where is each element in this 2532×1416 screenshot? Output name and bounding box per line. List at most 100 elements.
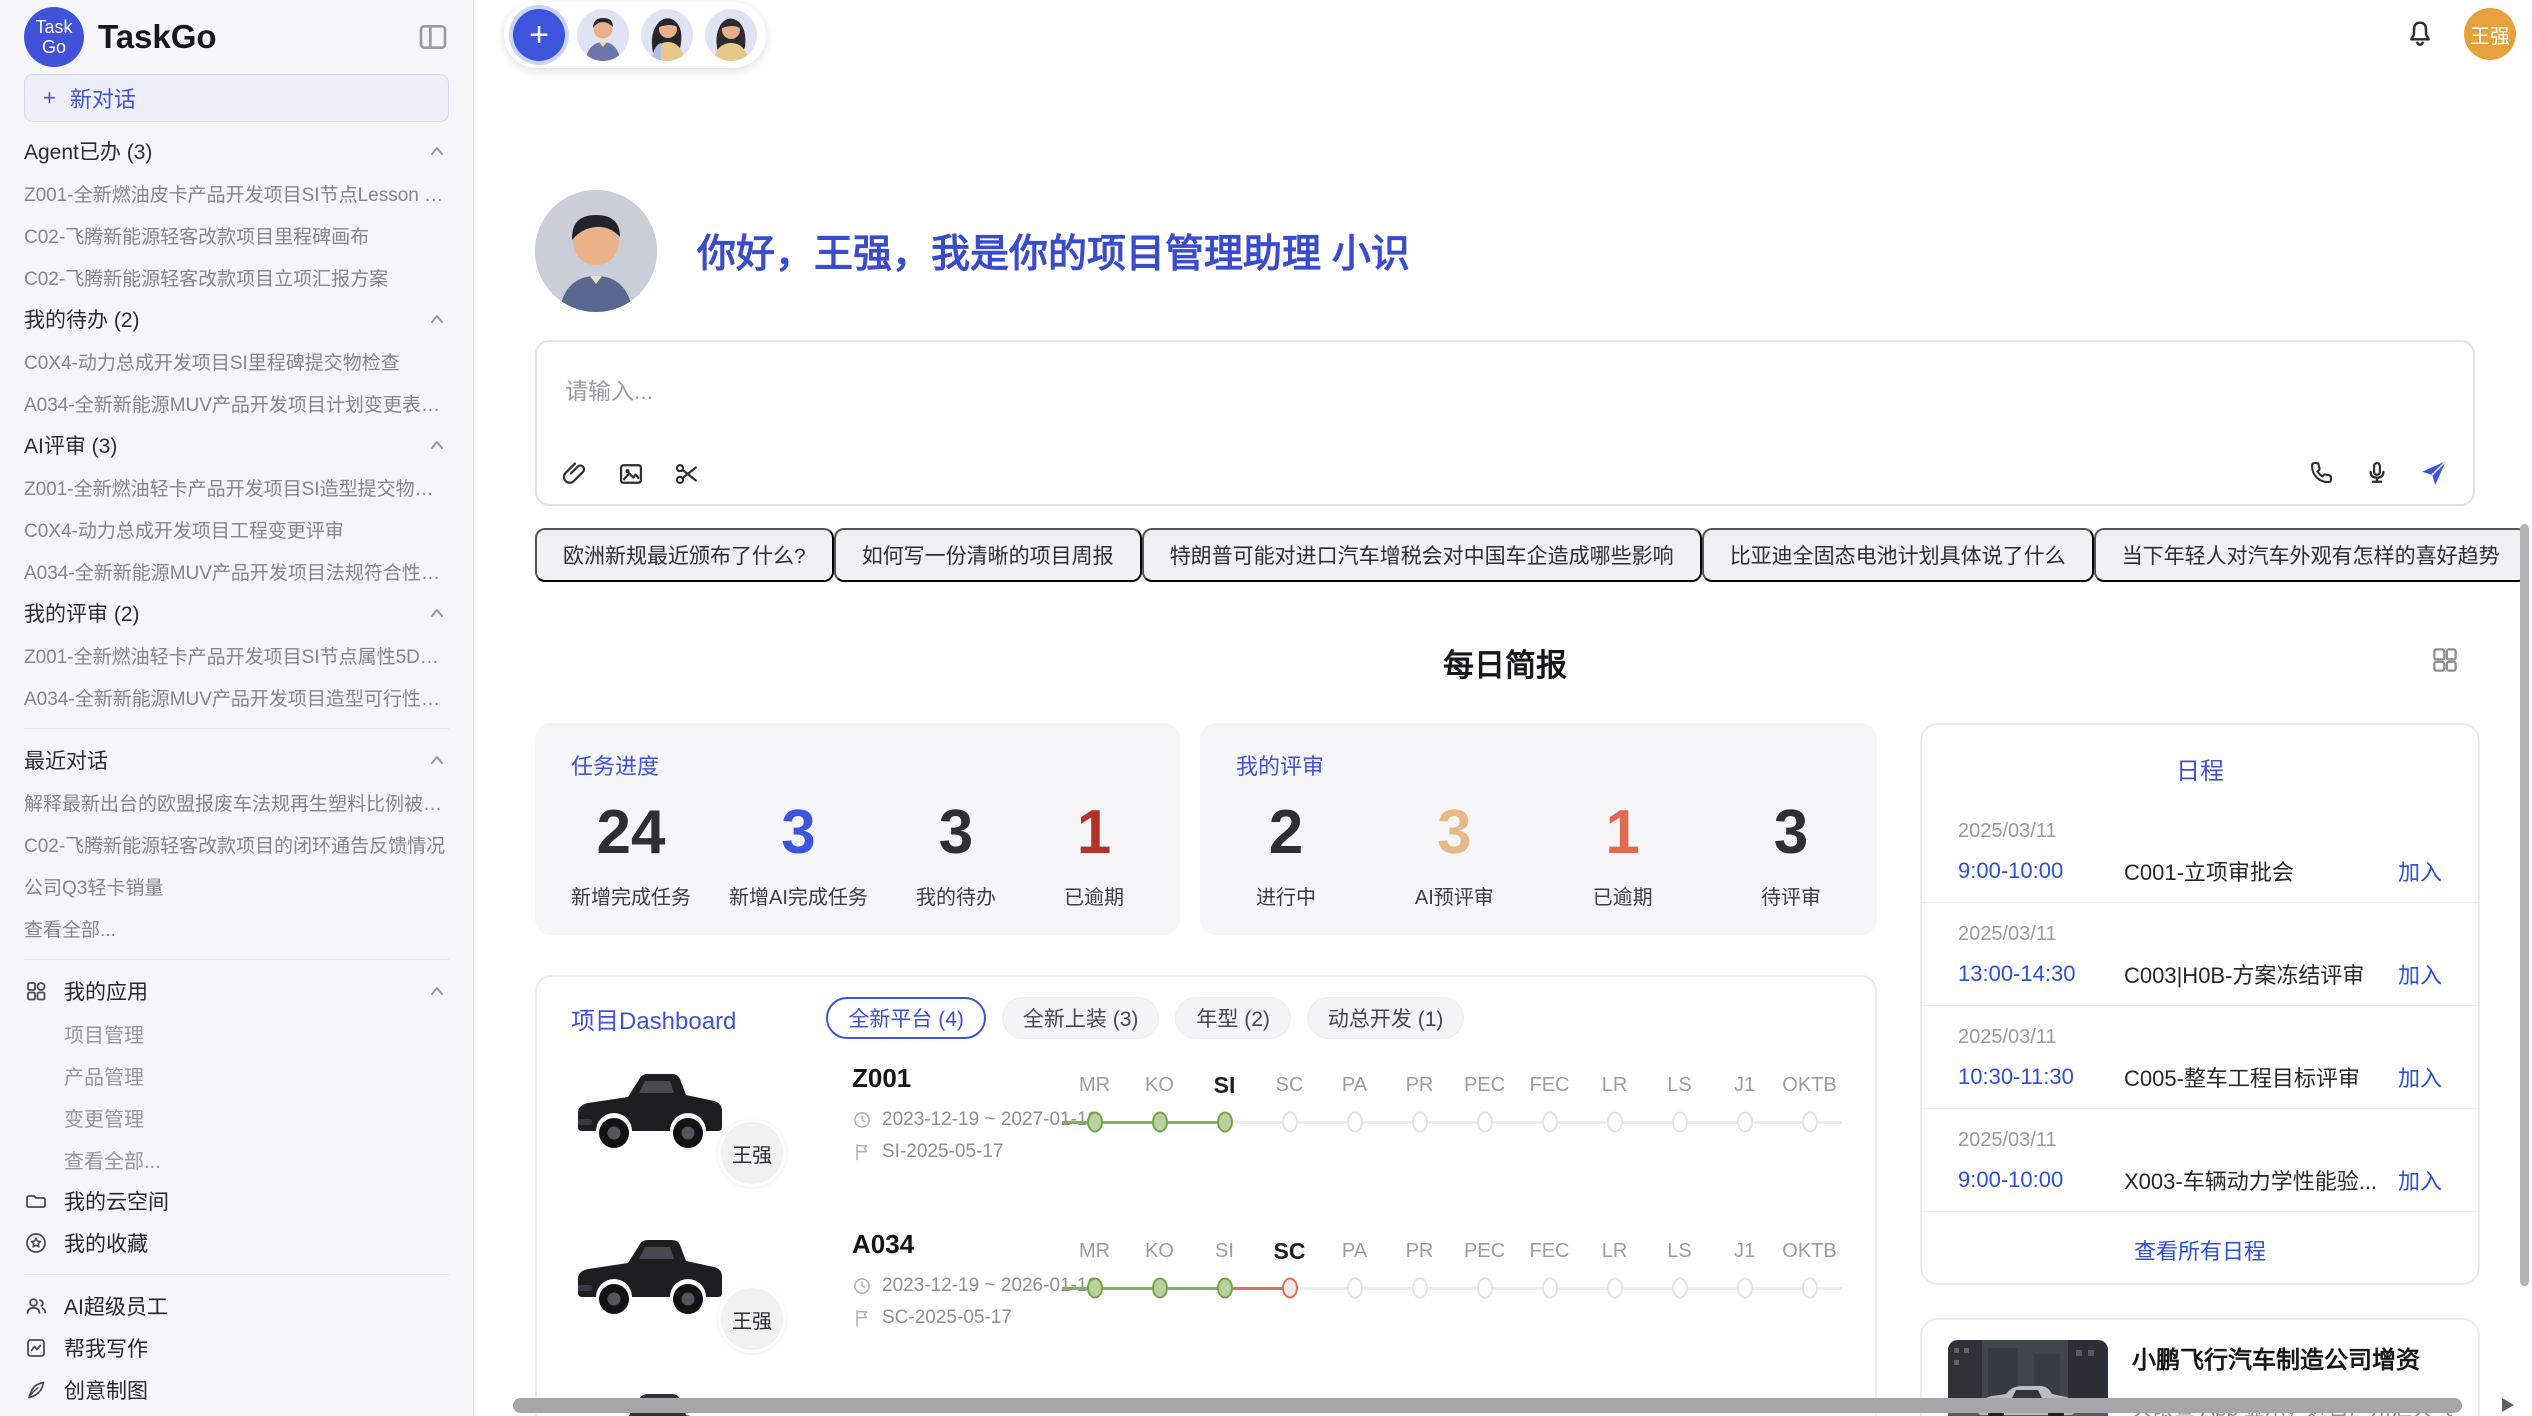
voice-call-button[interactable] [2307, 459, 2335, 487]
suggestion-chip[interactable]: 当下年轻人对汽车外观有怎样的喜好趋势 [2094, 528, 2528, 582]
sidebar-section-recent-chats[interactable]: 最近对话 [24, 739, 449, 781]
join-link[interactable]: 加入 [2398, 1061, 2442, 1093]
chevron-up-icon[interactable] [425, 979, 449, 1003]
project-owner-badge: 王强 [718, 1119, 786, 1187]
schedule-event-title: C003|H0B-方案冻结评审 [2124, 958, 2398, 990]
sidebar-item-cloud-space[interactable]: 我的云空间 [24, 1180, 449, 1222]
session-avatar-1[interactable] [577, 9, 629, 61]
join-link[interactable]: 加入 [2398, 1164, 2442, 1196]
add-session-button[interactable]: + [513, 9, 565, 61]
sidebar-item-favorites[interactable]: 我的收藏 [24, 1222, 449, 1264]
project-dates: 2023-12-19 ~ 2027-01-19 [852, 1109, 1082, 1131]
sidebar-item[interactable]: A034-全新新能源MUV产品开发项目造型可行性评审 [24, 676, 449, 718]
sidebar-section-my-review[interactable]: 我的评审 (2) [24, 592, 449, 634]
milestone-pa: PA [1322, 1069, 1387, 1141]
suggestion-chip[interactable]: 特朗普可能对进口汽车增税会对中国车企造成哪些影响 [1142, 528, 1702, 582]
sidebar-item-label: Z001-全新燃油轻卡产品开发项目SI节点属性5D文件评审 [24, 642, 449, 669]
tab-model-year[interactable]: 年型 (2) [1175, 997, 1291, 1039]
recent-view-all[interactable]: 查看全部... [24, 907, 449, 949]
chevron-up-icon[interactable] [425, 307, 449, 331]
project-row[interactable]: 王强 Z001 2023-12-19 ~ 2027-01-19 SI-2025-… [567, 1057, 1845, 1223]
chat-input-card[interactable]: 请输入... [535, 340, 2475, 506]
view-all-schedule-link[interactable]: 查看所有日程 [1922, 1234, 2478, 1266]
milestone-node-row [1322, 1105, 1387, 1141]
sidebar-item[interactable]: C02-飞腾新能源轻客改款项目里程碑画布 [24, 214, 449, 256]
chevron-up-icon[interactable] [425, 748, 449, 772]
recent-chat-item[interactable]: 解释最新出台的欧盟报废车法规再生塑料比例被调至15%... [24, 781, 449, 823]
milestone-label: PEC [1464, 1069, 1505, 1101]
app-item-change-mgmt[interactable]: 变更管理 [24, 1096, 449, 1138]
sidebar-item[interactable]: C0X4-动力总成开发项目SI里程碑提交物检查 [24, 340, 449, 382]
tab-label: 动总开发 (1) [1328, 1003, 1444, 1033]
schedule-entry[interactable]: 2025/03/11 10:30-11:30 C005-整车工程目标评审 加入 [1922, 1006, 2478, 1109]
milestone-oktb: OKTB [1777, 1235, 1842, 1307]
tab-powertrain-dev[interactable]: 动总开发 (1) [1307, 997, 1465, 1039]
tab-all-new-body[interactable]: 全新上装 (3) [1002, 997, 1160, 1039]
suggestion-chip[interactable]: 比亚迪全固态电池计划具体说了什么 [1702, 528, 2094, 582]
sidebar-collapse-button[interactable] [417, 21, 449, 53]
suggestion-chip[interactable]: 如何写一份清晰的项目周报 [834, 528, 1142, 582]
sidebar-section-ai-review[interactable]: AI评审 (3) [24, 424, 449, 466]
chevron-up-icon[interactable] [425, 601, 449, 625]
sidebar-item[interactable]: C02-飞腾新能源轻客改款项目立项汇报方案 [24, 256, 449, 298]
user-avatar[interactable]: 王强 [2464, 8, 2516, 60]
milestone-track: MRKOSISCPAPRPECFECLRLSJ1OKTB [1062, 1235, 1842, 1307]
milestone-node-row [1452, 1105, 1517, 1141]
session-avatars-pill: + [504, 2, 766, 68]
tab-all-new-platform[interactable]: 全新平台 (4) [826, 997, 986, 1039]
news-title: 小鹏飞行汽车制造公司增资 [2132, 1340, 2452, 1375]
horizontal-scrollbar[interactable] [513, 1398, 2462, 1413]
recent-chat-item[interactable]: 公司Q3轻卡销量 [24, 865, 449, 907]
schedule-event-title: C005-整车工程目标评审 [2124, 1061, 2398, 1093]
join-link[interactable]: 加入 [2398, 958, 2442, 990]
project-info: A034 2023-12-19 ~ 2026-01-19 SC-2025-05-… [852, 1229, 1082, 1329]
scroll-right-arrow[interactable] [2502, 1398, 2514, 1412]
stat-value: 3 [1774, 797, 1808, 869]
briefing-layout-button[interactable] [2430, 645, 2460, 675]
vertical-scrollbar[interactable] [2520, 524, 2529, 1286]
chevron-up-icon[interactable] [425, 433, 449, 457]
milestone-node-row [1712, 1271, 1777, 1307]
schedule-time: 9:00-10:00 [1958, 858, 2124, 884]
stat-label: AI预评审 [1415, 881, 1494, 910]
recent-chat-item[interactable]: C02-飞腾新能源轻客改款项目的闭环通告反馈情况 [24, 823, 449, 865]
milestone-si: SI [1192, 1069, 1257, 1141]
sidebar-item[interactable]: Z001-全新燃油轻卡产品开发项目SI节点属性5D文件评审 [24, 634, 449, 676]
sidebar-item[interactable]: Z001-全新燃油皮卡产品开发项目SI节点Lesson Learn报告 [24, 172, 449, 214]
chip-label: 比亚迪全固态电池计划具体说了什么 [1730, 540, 2066, 570]
sidebar-section-agent-done[interactable]: Agent已办 (3) [24, 130, 449, 172]
sidebar-item-creative-drawing[interactable]: 创意制图 [24, 1369, 449, 1411]
milestone-label: J1 [1734, 1069, 1755, 1101]
session-avatar-3[interactable] [705, 9, 757, 61]
sidebar-section-my-todo[interactable]: 我的待办 (2) [24, 298, 449, 340]
greeting-text: 你好，王强，我是你的项目管理助理 小识 [697, 223, 1410, 279]
sidebar-section-my-apps[interactable]: 我的应用 [24, 970, 449, 1012]
notifications-button[interactable] [2404, 18, 2436, 50]
new-chat-button[interactable]: + 新对话 [24, 74, 449, 122]
microphone-button[interactable] [2363, 459, 2391, 487]
sidebar-item[interactable]: C0X4-动力总成开发项目工程变更评审 [24, 508, 449, 550]
schedule-entry[interactable]: 2025/03/11 13:00-14:30 C003|H0B-方案冻结评审 加… [1922, 903, 2478, 1006]
schedule-entry[interactable]: 2025/03/11 9:00-10:00 C001-立项审批会 加入 [1922, 800, 2478, 903]
sidebar-item-ai-super-staff[interactable]: AI超级员工 [24, 1285, 449, 1327]
apps-view-all[interactable]: 查看全部... [24, 1138, 449, 1180]
app-item-project-mgmt[interactable]: 项目管理 [24, 1012, 449, 1054]
schedule-entry[interactable]: 2025/03/11 9:00-10:00 X003-车辆动力学性能验... 加… [1922, 1109, 2478, 1212]
milestone-node-row [1127, 1105, 1192, 1141]
chevron-up-icon[interactable] [425, 139, 449, 163]
session-avatar-2[interactable] [641, 9, 693, 61]
sidebar-item-help-me-write[interactable]: 帮我写作 [24, 1327, 449, 1369]
insert-image-button[interactable] [617, 460, 645, 488]
send-button[interactable] [2419, 458, 2449, 488]
milestone-label: J1 [1734, 1235, 1755, 1267]
sidebar-item[interactable]: Z001-全新燃油轻卡产品开发项目SI造型提交物评审 [24, 466, 449, 508]
app-item-product-mgmt[interactable]: 产品管理 [24, 1054, 449, 1096]
sidebar-item[interactable]: A034-全新新能源MUV产品开发项目计划变更表编写 [24, 382, 449, 424]
attach-file-button[interactable] [561, 460, 589, 488]
screenshot-button[interactable] [673, 460, 701, 488]
sidebar-item[interactable]: A034-全新新能源MUV产品开发项目法规符合性评审 [24, 550, 449, 592]
project-row[interactable]: 王强 A034 2023-12-19 ~ 2026-01-19 SC-2025-… [567, 1223, 1845, 1389]
logo-line-2: Go [42, 37, 66, 57]
suggestion-chip[interactable]: 欧洲新规最近颁布了什么? [535, 528, 834, 582]
join-link[interactable]: 加入 [2398, 855, 2442, 887]
